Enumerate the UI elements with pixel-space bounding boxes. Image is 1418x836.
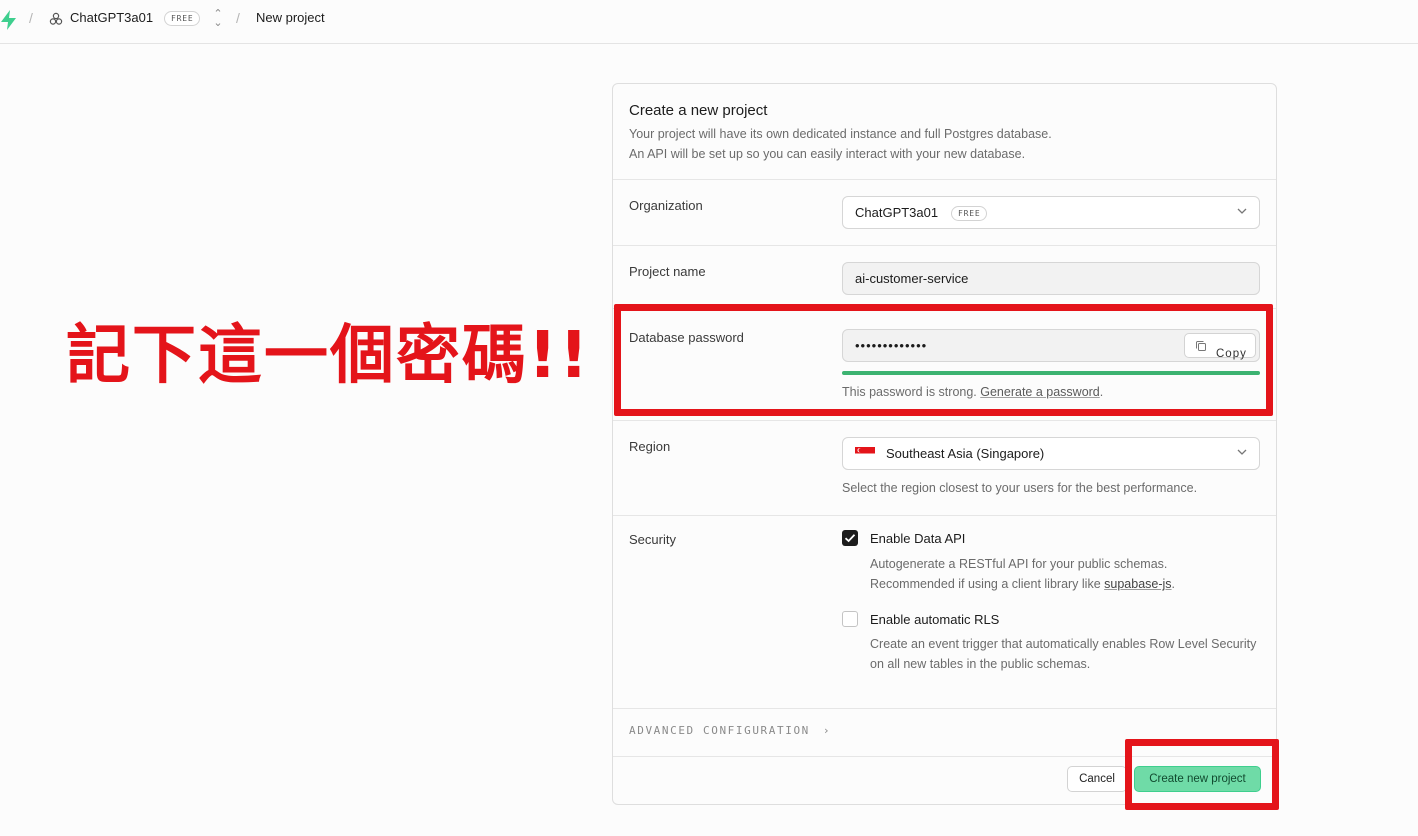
breadcrumb-separator: / — [236, 10, 240, 26]
security-row: Security Enable Data API Autogenerate a … — [613, 516, 1276, 709]
region-row: Region Southeast Asia (Singapore) Select… — [613, 420, 1276, 516]
data-api-desc-line: Recommended if using a client library li… — [870, 574, 1265, 594]
create-button-highlight-box — [1125, 739, 1279, 810]
supabase-logo-icon[interactable] — [0, 9, 20, 31]
top-bar: / ChatGPT3a01 FREE ⌃ ⌄ / New project — [0, 0, 1418, 44]
project-name-input[interactable]: ai-customer-service — [842, 262, 1260, 295]
data-api-desc-prefix: Recommended if using a client library li… — [870, 577, 1105, 591]
checkmark-icon — [844, 534, 856, 543]
region-label: Region — [629, 439, 671, 454]
form-header: Create a new project Your project will h… — [613, 84, 1276, 180]
region-select[interactable]: Southeast Asia (Singapore) — [842, 437, 1260, 470]
enable-data-api-title: Enable Data API — [870, 531, 966, 546]
organization-select[interactable]: ChatGPT3a01 FREE — [842, 196, 1260, 229]
advanced-configuration-label: ADVANCED CONFIGURATION — [629, 724, 810, 737]
data-api-desc-line: Autogenerate a RESTful API for your publ… — [870, 557, 1168, 571]
org-switcher-chevron-icon[interactable]: ⌃ ⌄ — [213, 9, 223, 29]
enable-auto-rls-title: Enable automatic RLS — [870, 612, 1000, 627]
breadcrumb-page: New project — [256, 10, 325, 25]
annotation-text: 記下這一個密碼!! — [66, 319, 591, 393]
chevron-down-icon — [1237, 449, 1247, 455]
security-label: Security — [629, 532, 676, 547]
region-help-text: Select the region closest to your users … — [842, 481, 1198, 495]
enable-auto-rls-checkbox[interactable] — [842, 611, 858, 627]
region-value: Southeast Asia (Singapore) — [886, 446, 1045, 461]
organization-row: Organization ChatGPT3a01 FREE — [613, 180, 1276, 246]
enable-data-api-description: Autogenerate a RESTful API for your publ… — [870, 554, 1265, 594]
organization-label: Organization — [629, 198, 703, 213]
cancel-button[interactable]: Cancel — [1067, 766, 1127, 792]
project-name-label: Project name — [629, 264, 706, 279]
chevron-right-icon: › — [824, 724, 829, 737]
organization-value: ChatGPT3a01 — [855, 205, 939, 220]
breadcrumb-org-name[interactable]: ChatGPT3a01 — [70, 10, 153, 25]
plan-badge: FREE — [951, 206, 988, 221]
singapore-flag-icon — [855, 447, 875, 460]
data-api-desc-suffix: . — [1171, 577, 1176, 591]
chevron-down-icon — [1237, 208, 1247, 214]
enable-auto-rls-description: Create an event trigger that automatical… — [870, 637, 1257, 671]
form-description-line: Your project will have its own dedicated… — [629, 127, 1052, 141]
organization-icon — [49, 12, 63, 25]
form-description-line: An API will be set up so you can easily … — [629, 147, 1026, 161]
supabase-js-link[interactable]: supabase-js — [1104, 577, 1171, 591]
enable-data-api-checkbox[interactable] — [842, 530, 858, 546]
project-name-row: Project name ai-customer-service — [613, 246, 1276, 309]
advanced-configuration-toggle[interactable]: ADVANCED CONFIGURATION › — [629, 724, 829, 737]
form-description: Your project will have its own dedicated… — [629, 124, 1052, 164]
form-title: Create a new project — [629, 102, 768, 119]
plan-badge: FREE — [164, 11, 201, 26]
new-project-form: Create a new project Your project will h… — [612, 83, 1277, 805]
breadcrumb-separator: / — [29, 10, 33, 26]
password-highlight-box — [614, 304, 1273, 416]
